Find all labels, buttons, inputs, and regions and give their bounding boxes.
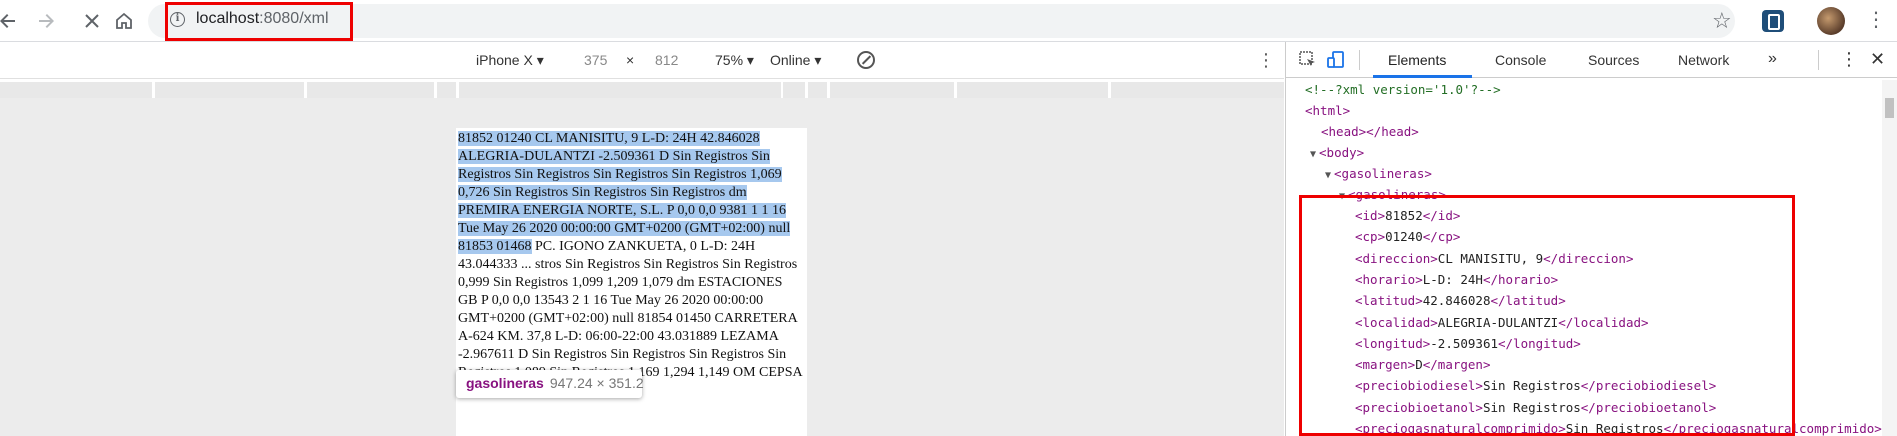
ruler-segment[interactable] bbox=[830, 82, 954, 98]
network-value: Online bbox=[770, 52, 811, 68]
collapse-triangle-icon[interactable]: ▼ bbox=[1310, 149, 1316, 160]
extension-icon[interactable] bbox=[1762, 10, 1784, 32]
back-icon[interactable] bbox=[0, 5, 24, 37]
dom-xml-comment[interactable]: <!--?xml version='1.0'?--> bbox=[1305, 79, 1501, 100]
device-width[interactable]: 375 bbox=[584, 52, 607, 68]
device-name: iPhone X bbox=[476, 52, 533, 68]
tooltip-tag: gasolineras bbox=[466, 375, 544, 391]
tooltip-size: 947.24 × 351.2 bbox=[549, 375, 644, 391]
rotate-icon[interactable] bbox=[857, 51, 875, 69]
devtools-menu-icon[interactable]: ⋮ bbox=[1840, 49, 1858, 70]
ruler-segment[interactable] bbox=[957, 82, 1108, 98]
tab-sources[interactable]: Sources bbox=[1588, 52, 1639, 68]
forward-icon[interactable] bbox=[30, 5, 62, 37]
tab-separator bbox=[1359, 50, 1360, 70]
devtools-tabbar: Elements Console Sources Network » ⋮ ✕ bbox=[1286, 42, 1897, 78]
active-tab-indicator bbox=[1373, 75, 1472, 78]
device-more-icon[interactable]: ⋮ bbox=[1257, 50, 1275, 71]
zoom-select[interactable]: 75% ▾ bbox=[715, 52, 754, 69]
device-viewport: 81852 01240 CL MANISITU, 9 L-D: 24H 42.8… bbox=[0, 98, 1284, 436]
network-select[interactable]: Online ▾ bbox=[770, 52, 821, 69]
zoom-value: 75% bbox=[715, 52, 744, 68]
dimension-times: × bbox=[626, 52, 635, 68]
dom-html-tag[interactable]: <html> bbox=[1305, 100, 1350, 121]
ruler-segment[interactable] bbox=[155, 82, 304, 98]
selected-gasolinera-text: 81852 01240 CL MANISITU, 9 L-D: 24H 42.8… bbox=[458, 131, 791, 254]
home-icon[interactable] bbox=[108, 5, 140, 37]
dom-tree: <!--?xml version='1.0'?--> <html> <head>… bbox=[1286, 80, 1883, 436]
browser-toolbar: i localhost:8080/xml ☆ ⋮ bbox=[0, 0, 1897, 42]
ruler-segment[interactable] bbox=[307, 82, 434, 98]
browser-menu-icon[interactable]: ⋮ bbox=[1866, 8, 1886, 32]
tab-elements[interactable]: Elements bbox=[1388, 52, 1446, 68]
dom-body-row[interactable]: ▼ <body> bbox=[1310, 142, 1364, 165]
tab-network[interactable]: Network bbox=[1678, 52, 1729, 68]
devtools-close-icon[interactable]: ✕ bbox=[1870, 49, 1885, 70]
inspect-element-icon[interactable] bbox=[1298, 50, 1318, 70]
ruler-segment[interactable] bbox=[808, 82, 827, 98]
device-toolbar: iPhone X ▾ 375 × 812 75% ▾ Online ▾ ⋮ bbox=[0, 42, 1284, 79]
ruler-segment[interactable] bbox=[437, 82, 456, 98]
stop-loading-icon[interactable] bbox=[76, 5, 108, 37]
dom-gasolineras-outer-row[interactable]: ▼ <gasolineras> bbox=[1325, 163, 1432, 186]
page-body-text: 81852 01240 CL MANISITU, 9 L-D: 24H 42.8… bbox=[458, 130, 805, 400]
dom-body-tag: <body> bbox=[1319, 145, 1365, 160]
collapse-triangle-icon[interactable]: ▼ bbox=[1325, 170, 1331, 181]
device-toggle-icon[interactable] bbox=[1326, 50, 1346, 70]
more-tabs-icon[interactable]: » bbox=[1768, 50, 1777, 68]
tab-separator bbox=[1818, 50, 1819, 70]
dom-gasolineras-outer-tag: <gasolineras> bbox=[1334, 166, 1432, 181]
devtools-panel: Elements Console Sources Network » ⋮ ✕ <… bbox=[1285, 42, 1897, 436]
profile-avatar[interactable] bbox=[1817, 7, 1845, 35]
bookmark-star-icon[interactable]: ☆ bbox=[1712, 8, 1732, 34]
ruler-segment[interactable] bbox=[0, 82, 152, 98]
ruler-segment[interactable] bbox=[459, 82, 781, 98]
media-query-ruler bbox=[0, 82, 1284, 98]
ruler-segment[interactable] bbox=[783, 82, 805, 98]
omnibox[interactable] bbox=[148, 4, 1735, 38]
device-select[interactable]: iPhone X ▾ bbox=[476, 52, 544, 69]
scrollbar-thumb[interactable] bbox=[1885, 98, 1894, 118]
ruler-segment[interactable] bbox=[1111, 82, 1284, 98]
devtools-scrollbar[interactable] bbox=[1882, 80, 1897, 436]
element-tooltip: gasolineras 947.24 × 351.2 bbox=[456, 370, 644, 398]
url-highlight-box bbox=[165, 2, 353, 41]
device-height[interactable]: 812 bbox=[655, 52, 678, 68]
tab-console[interactable]: Console bbox=[1495, 52, 1546, 68]
dom-head-tag[interactable]: <head></head> bbox=[1321, 121, 1419, 142]
dom-highlight-box bbox=[1299, 195, 1795, 436]
